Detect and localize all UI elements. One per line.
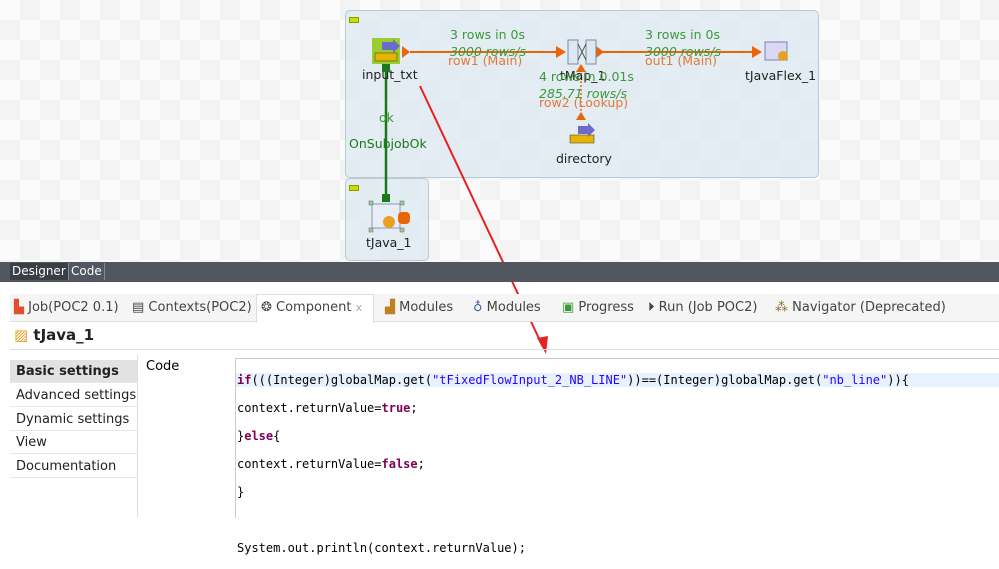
out1-name[interactable]: out1 (Main) (645, 53, 717, 68)
onsubjobok-label[interactable]: OnSubjobOk (349, 136, 427, 151)
component-tjava[interactable]: tJava_1 (366, 235, 412, 250)
tab-modules-2[interactable]: ♁ Modules (473, 300, 541, 315)
input-file-icon (372, 38, 400, 64)
row1-stats: 3 rows in 0s (450, 27, 525, 42)
tab-code[interactable]: Code (69, 263, 105, 280)
tab-navigator[interactable]: ⁂ Navigator (Deprecated) (775, 300, 946, 315)
tjava-icon: ▨ (14, 326, 34, 344)
tab-modules[interactable]: ▟ Modules (385, 300, 453, 315)
tab-contexts[interactable]: ▤ Contexts(POC2) (132, 300, 252, 315)
tmap-icon (567, 39, 597, 65)
component-input-txt[interactable]: input_txt (362, 67, 418, 82)
out1-stats: 3 rows in 0s (645, 27, 720, 42)
hierarchy-icon: ♁ (473, 300, 487, 315)
row2-stats: 4 rows in 0.01s (539, 69, 634, 84)
close-icon[interactable]: x (356, 301, 363, 314)
tjavaflex-icon (764, 41, 788, 61)
modules-icon: ▟ (385, 300, 400, 315)
row2-name[interactable]: row2 (Lookup) (539, 95, 628, 110)
code-label: Code (146, 359, 180, 374)
component-tjavaflex[interactable]: tJavaFlex_1 (745, 68, 816, 83)
tjava-icon (368, 200, 410, 233)
tab-run[interactable]: ⏵ Run (Job POC2) (648, 300, 757, 315)
row1-name[interactable]: row1 (Main) (448, 53, 522, 68)
palette-icon: ❂ (261, 300, 277, 315)
tab-progress[interactable]: ▣ Progress (562, 300, 634, 315)
menu-basic-settings[interactable]: Basic settings (10, 360, 137, 383)
editor-tab-bar (0, 262, 999, 282)
menu-view[interactable]: View (10, 431, 137, 454)
contexts-icon: ▤ (132, 300, 149, 315)
component-title: ▨ tJava_1 (14, 326, 95, 344)
tab-component[interactable]: ❂ Component x (261, 300, 362, 315)
code-editor[interactable]: if(((Integer)globalMap.get("tFixedFlowIn… (235, 358, 999, 555)
tab-designer[interactable]: Designer (10, 263, 69, 280)
menu-documentation[interactable]: Documentation (10, 455, 137, 478)
menu-dynamic-settings[interactable]: Dynamic settings (10, 408, 137, 431)
ok-label: ok (379, 110, 394, 125)
tab-job[interactable]: ▙ Job(POC2 0.1) (14, 300, 119, 315)
progress-icon: ▣ (562, 300, 579, 315)
component-directory[interactable]: directory (556, 151, 612, 166)
divider (10, 349, 999, 350)
menu-advanced-settings[interactable]: Advanced settings (10, 384, 137, 407)
run-icon: ⏵ (648, 300, 659, 315)
navigator-icon: ⁂ (775, 300, 793, 315)
directory-icon (569, 123, 595, 144)
job-icon: ▙ (14, 300, 29, 315)
